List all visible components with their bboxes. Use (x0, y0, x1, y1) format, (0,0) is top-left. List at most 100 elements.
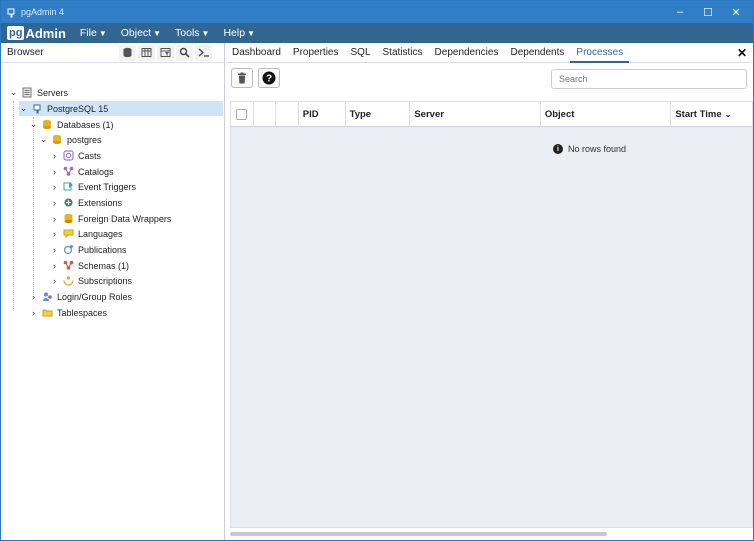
tree-node-casts[interactable]: › Casts (50, 148, 101, 163)
search-icon[interactable] (176, 44, 193, 61)
chevron-right-icon[interactable]: › (50, 198, 59, 208)
tree-node-tablespaces[interactable]: › Tablespaces (29, 305, 107, 320)
chevron-right-icon[interactable]: › (50, 151, 59, 161)
tree-label-databases: Databases (1) (57, 119, 114, 130)
tree-node-postgresql-15[interactable]: ⌄ PostgreSQL 15 (19, 101, 223, 116)
chevron-right-icon[interactable]: › (50, 261, 59, 271)
schemas-icon (62, 260, 74, 272)
tree-node-schemas[interactable]: › Schemas (1) (50, 258, 129, 273)
foreign-data-wrappers-icon (62, 213, 74, 225)
chevron-down-icon[interactable]: ⌄ (29, 119, 38, 130)
menu-object-label: Object (120, 27, 152, 39)
tab-properties[interactable]: Properties (287, 43, 345, 63)
window-title: pgAdmin 4 (21, 7, 65, 17)
tab-dashboard[interactable]: Dashboard (226, 43, 287, 63)
table-icon[interactable] (138, 44, 155, 61)
tree-node-databases[interactable]: ⌄ Databases (1) (29, 117, 114, 132)
help-button[interactable]: ? (258, 68, 280, 88)
menu-tools[interactable]: Tools ▼ (175, 27, 209, 39)
database-icon[interactable] (119, 44, 136, 61)
grid-header: PID Type Server Object Start Time ⌄ (231, 102, 752, 127)
chevron-right-icon[interactable]: › (50, 214, 59, 224)
chevron-down-icon: ▼ (201, 28, 210, 38)
tab-statistics[interactable]: Statistics (377, 43, 429, 63)
tree-label-tablespaces: Tablespaces (57, 307, 108, 318)
svg-text:?: ? (266, 74, 272, 85)
chevron-down-icon[interactable]: ⌄ (9, 87, 18, 98)
info-icon: i (553, 144, 563, 154)
select-all-checkbox-cell (231, 102, 254, 127)
menu-file-label: File (79, 27, 97, 39)
tree-node-servers[interactable]: ⌄ Servers (9, 85, 223, 100)
tablespaces-icon (41, 307, 53, 319)
languages-icon (62, 228, 74, 240)
trash-icon (238, 72, 246, 84)
tree-node-publications[interactable]: › Publications (50, 242, 127, 257)
empty-message: No rows found (568, 144, 627, 154)
main-panel: Dashboard Properties SQL Statistics Depe… (226, 43, 753, 540)
menubar: pg Admin File ▼ Object ▼ Tools ▼ Help ▼ (1, 23, 753, 43)
tree-node-foreign-data-wrappers[interactable]: › Foreign Data Wrappers (50, 211, 171, 226)
subscriptions-icon (62, 275, 74, 287)
casts-icon (62, 150, 74, 162)
chevron-right-icon[interactable]: › (50, 245, 59, 255)
servers-icon (21, 87, 33, 99)
chevron-down-icon[interactable]: ⌄ (19, 103, 28, 114)
app-window: pgAdmin 4 – ☐ ✕ pg Admin File ▼ Object ▼ T… (0, 0, 754, 541)
tree-label-catalogs: Catalogs (78, 166, 114, 177)
tree-node-extensions[interactable]: › Extensions (50, 195, 122, 210)
menu-tools-label: Tools (175, 27, 200, 39)
chevron-down-icon: ▼ (153, 28, 162, 38)
chevron-right-icon[interactable]: › (29, 308, 38, 318)
menu-file[interactable]: File ▼ (80, 27, 107, 39)
select-all-checkbox[interactable] (236, 109, 248, 120)
tab-processes[interactable]: Processes (570, 43, 630, 63)
tree-node-login-roles[interactable]: › Login/Group Roles (29, 289, 132, 304)
tree-node-postgres[interactable]: ⌄ postgres (39, 132, 102, 147)
column-blank-1 (254, 102, 276, 127)
chevron-right-icon[interactable]: › (50, 276, 59, 286)
tree-node-subscriptions[interactable]: › Subscriptions (50, 273, 132, 288)
chevron-right-icon[interactable]: › (29, 292, 38, 302)
column-start-time-label: Start Time (675, 109, 722, 120)
close-icon[interactable]: ✕ (737, 46, 747, 60)
tree-node-event-triggers[interactable]: › Event Triggers (50, 179, 136, 194)
chevron-down-icon: ▼ (98, 28, 107, 38)
databases-icon (41, 119, 53, 131)
tree-label-servers: Servers (37, 87, 69, 98)
horizontal-scrollbar[interactable] (230, 532, 607, 536)
tab-dependents[interactable]: Dependents (504, 43, 570, 63)
chevron-down-icon[interactable]: ⌄ (39, 134, 48, 145)
chevron-right-icon[interactable]: › (50, 182, 59, 192)
column-start-time[interactable]: Start Time ⌄ (671, 102, 752, 127)
column-type[interactable]: Type (346, 102, 411, 127)
terminal-icon[interactable] (195, 44, 212, 61)
menu-object[interactable]: Object ▼ (121, 27, 161, 39)
tree-node-languages[interactable]: › Languages (50, 226, 123, 241)
tab-sql[interactable]: SQL (345, 43, 377, 63)
chevron-right-icon[interactable]: › (50, 229, 59, 239)
column-server[interactable]: Server (410, 102, 541, 127)
search-input[interactable] (551, 69, 747, 89)
menu-help[interactable]: Help ▼ (223, 27, 255, 39)
tree-label-server: PostgreSQL 15 (47, 103, 109, 114)
event-triggers-icon (62, 181, 74, 193)
window-close-button[interactable]: ✕ (719, 1, 753, 23)
delete-button[interactable] (231, 68, 253, 88)
tree-label-login-roles: Login/Group Roles (57, 291, 133, 302)
logo-pg: pg (7, 26, 25, 40)
chevron-right-icon[interactable]: › (50, 167, 59, 177)
elephant-icon (5, 6, 17, 18)
tree-label-extensions: Extensions (78, 197, 123, 208)
processes-grid: PID Type Server Object Start Time ⌄ i No… (230, 101, 753, 528)
filter-table-icon[interactable] (157, 44, 174, 61)
extensions-icon (62, 197, 74, 209)
tree-label-publications: Publications (78, 244, 127, 255)
tab-dependencies[interactable]: Dependencies (429, 43, 505, 63)
column-pid[interactable]: PID (299, 102, 346, 127)
tree-label-casts: Casts (78, 150, 102, 161)
chevron-down-icon: ▼ (247, 28, 255, 38)
tree-node-catalogs[interactable]: › Catalogs (50, 164, 114, 179)
menu-help-label: Help (223, 27, 246, 39)
column-object[interactable]: Object (541, 102, 672, 127)
